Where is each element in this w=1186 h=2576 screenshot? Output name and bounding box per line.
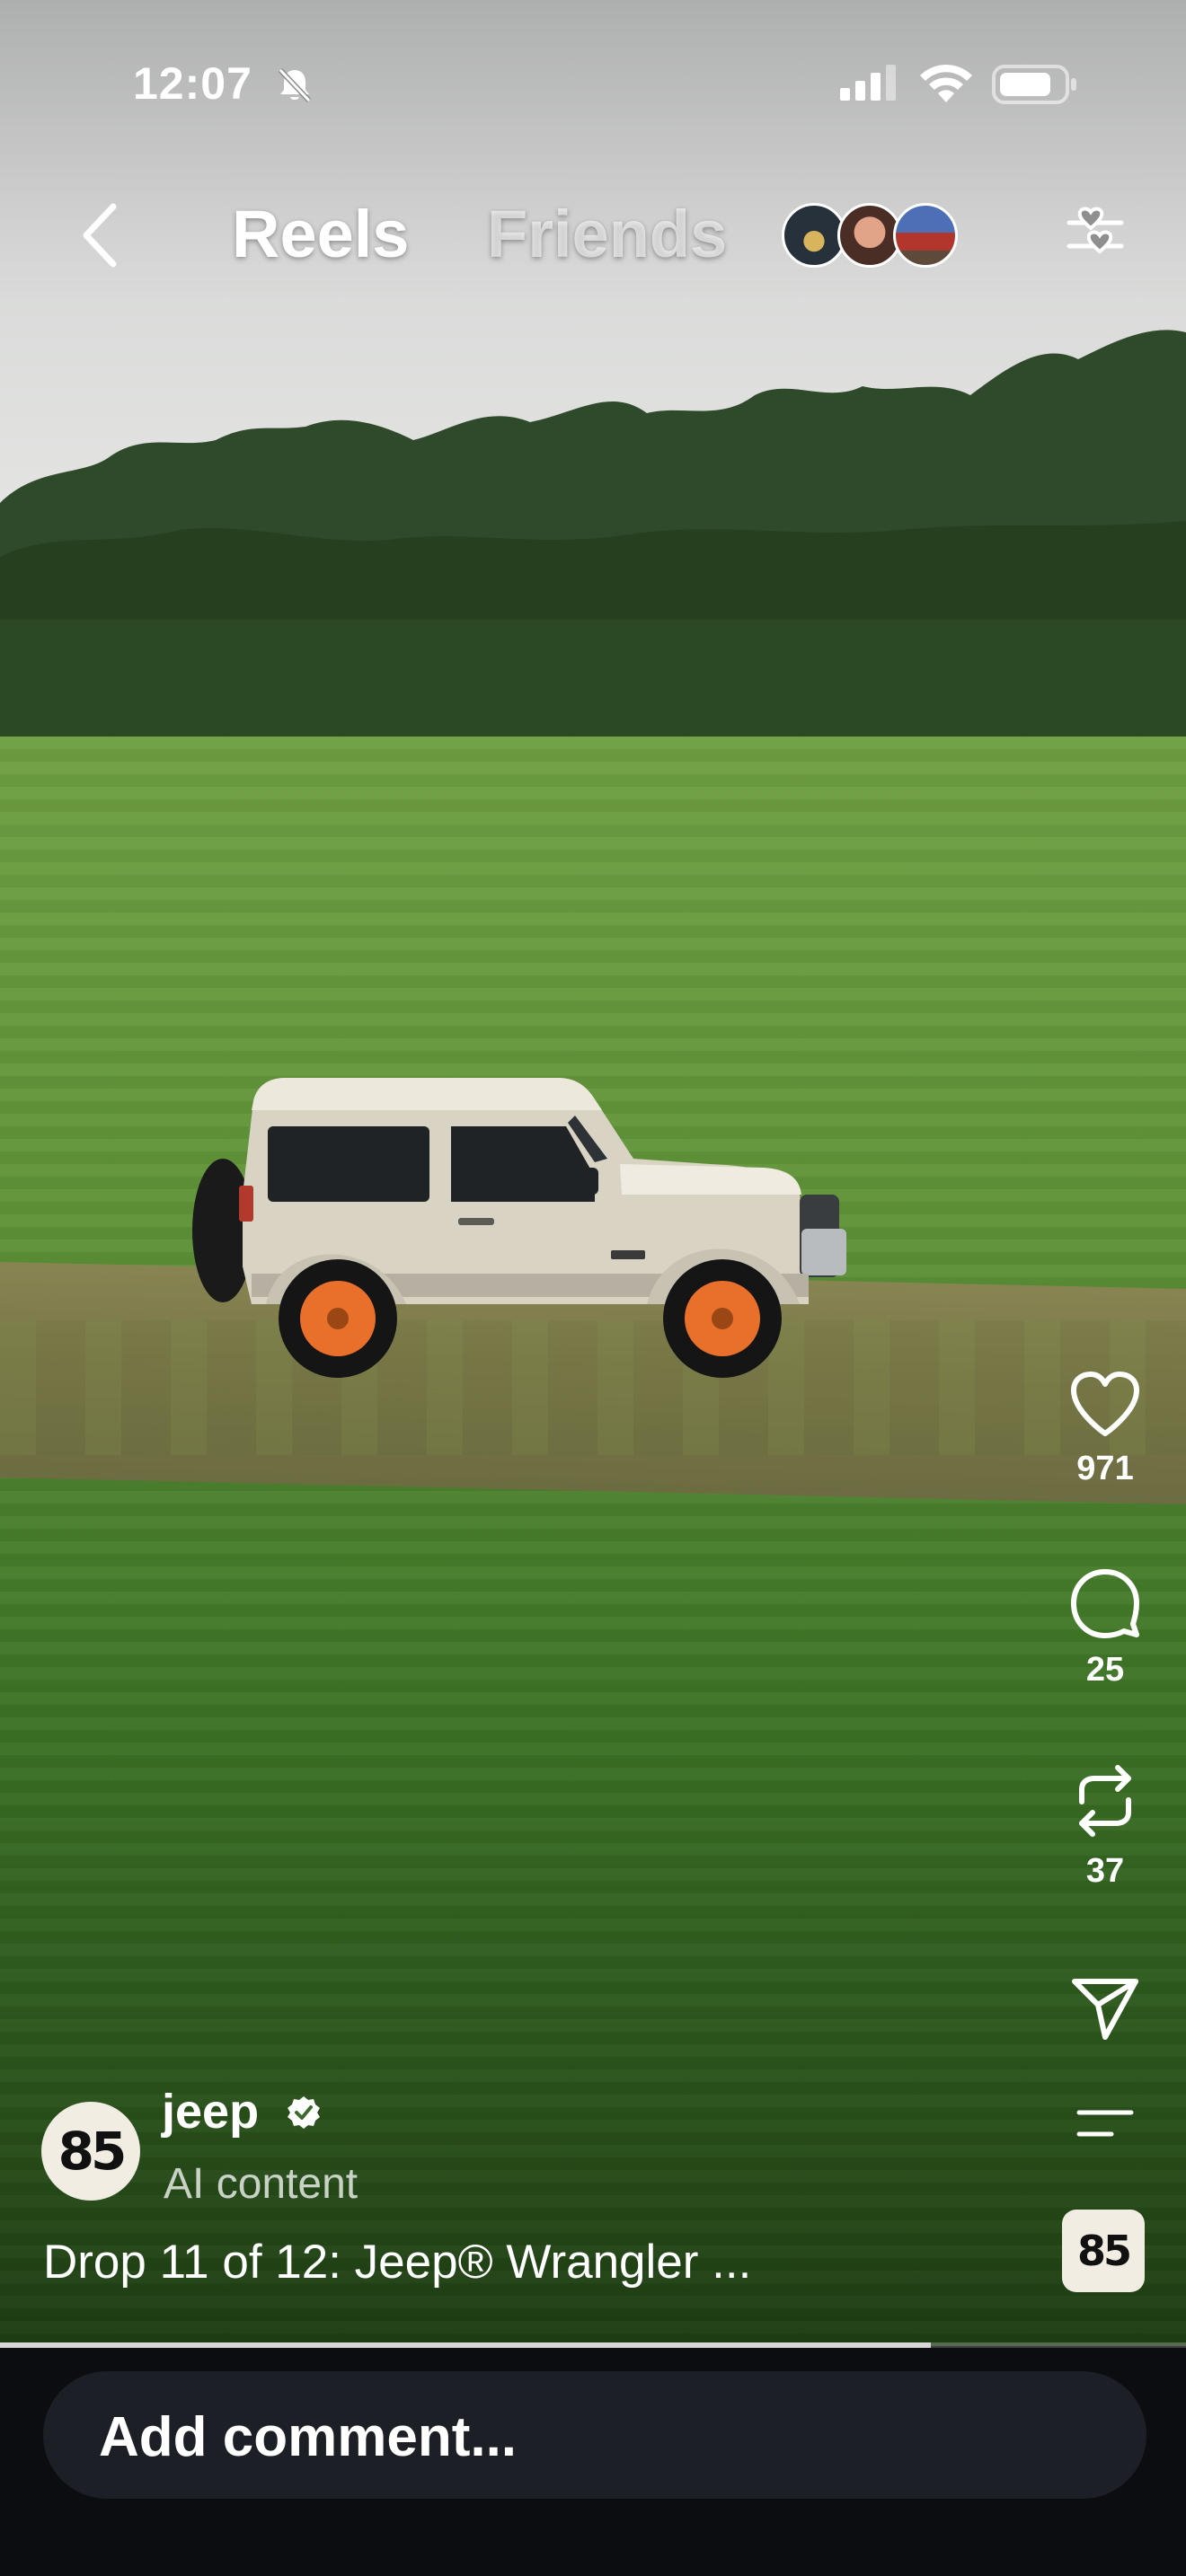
heart-icon[interactable]: [1069, 1371, 1141, 1437]
repost-action: 37: [1060, 1762, 1150, 1891]
chevron-left-icon[interactable]: [75, 199, 129, 271]
author-avatar[interactable]: 85: [41, 2102, 140, 2201]
comment-count: 25: [1085, 1651, 1125, 1689]
bell-slash-icon: [278, 67, 312, 103]
sliders-heart-icon[interactable]: [1064, 203, 1127, 266]
repost-count: 37: [1085, 1852, 1125, 1890]
like-action: 971: [1060, 1371, 1150, 1488]
jeep-85-logo: 85: [1076, 2227, 1132, 2275]
reel-caption[interactable]: Drop 11 of 12: Jeep® Wrangler ...: [43, 2235, 751, 2289]
comment-action: 25: [1060, 1568, 1150, 1689]
comment-input[interactable]: Add comment...: [43, 2371, 1146, 2499]
comment-placeholder: Add comment...: [99, 2406, 518, 2468]
jeep-85-logo: 85: [58, 2121, 128, 2182]
tab-reels[interactable]: Reels: [232, 196, 409, 272]
comment-bar: Add comment...: [0, 2348, 1186, 2576]
tab-friends[interactable]: Friends: [487, 196, 727, 272]
author-username[interactable]: jeep: [162, 2084, 259, 2139]
like-count: 971: [1076, 1450, 1134, 1487]
repost-icon[interactable]: [1069, 1762, 1141, 1839]
tree-line: [0, 330, 1186, 737]
audio-thumbnail[interactable]: 85: [1062, 2210, 1145, 2292]
reels-screen: 12:07 Reels Friends 971 25 37 85 jeep AI…: [0, 0, 1186, 2576]
friend-avatars[interactable]: [782, 203, 958, 268]
more-action: [1060, 2105, 1150, 2141]
menu-lines-icon[interactable]: [1075, 2105, 1135, 2141]
wifi-icon: [920, 65, 972, 102]
friend-avatar: [893, 203, 958, 268]
jeep-vehicle: [192, 1078, 846, 1378]
video-frame[interactable]: [0, 0, 1186, 2346]
status-time: 12:07: [133, 58, 252, 109]
share-action: [1060, 1976, 1150, 2042]
verified-badge-icon: [288, 2096, 320, 2129]
ai-content-label[interactable]: AI content: [164, 2159, 358, 2209]
signal-icon: [840, 65, 896, 101]
comment-bubble-icon[interactable]: [1070, 1568, 1140, 1638]
battery-icon: [992, 65, 1076, 104]
paper-plane-icon[interactable]: [1069, 1976, 1141, 2042]
